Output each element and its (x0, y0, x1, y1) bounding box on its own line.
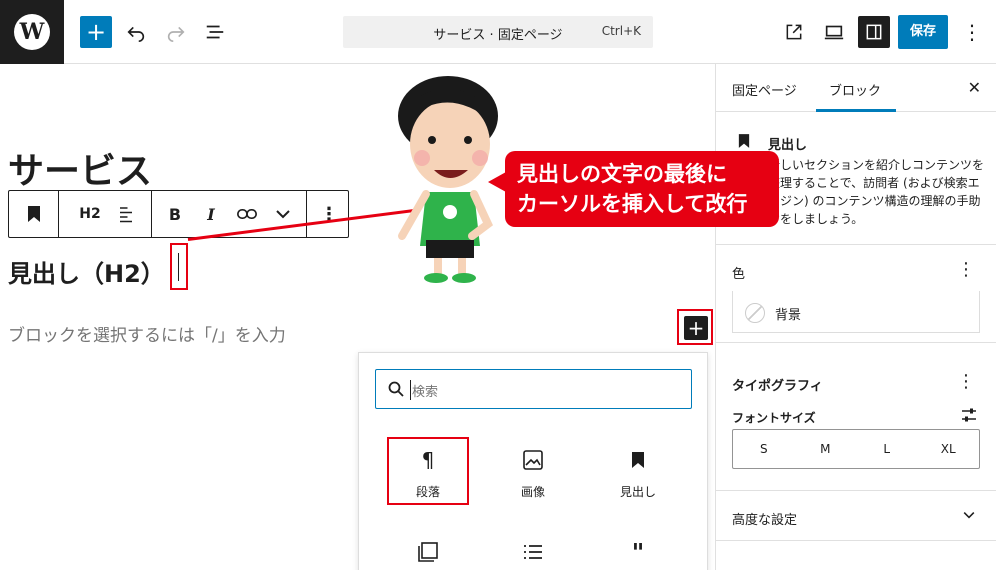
block-item-image[interactable]: 画像 (488, 445, 578, 500)
options-menu-button[interactable]: ⋮ (956, 16, 988, 48)
font-size-m[interactable]: M (795, 430, 857, 468)
block-options-button[interactable]: ⋮ (309, 191, 349, 237)
typography-panel-title: タイポグラフィ (732, 379, 823, 394)
settings-sidebar: 固定ページ ブロック ✕ 見出し 新しいセクションを紹介しコンテンツを整理するこ… (715, 64, 996, 570)
color-panel-title: 色 (732, 267, 746, 282)
font-size-l[interactable]: L (856, 430, 918, 468)
settings-sliders-icon[interactable] (961, 407, 977, 423)
sidebar-icon (866, 24, 882, 40)
settings-sidebar-toggle[interactable] (858, 16, 890, 48)
bookmark-icon (593, 445, 683, 475)
background-color-item[interactable]: 背景 (732, 291, 980, 333)
command-palette-bar[interactable]: サービス · 固定ページ Ctrl+K (343, 16, 653, 48)
quick-inserter: 検索 ¶ 段落 画像 見出し " (358, 352, 708, 570)
shortcut-hint: Ctrl+K (601, 24, 641, 38)
block-description: 新しいセクションを紹介しコンテンツを整理することで、訪問者 (および検索エンジン… (768, 158, 985, 226)
text-cursor (178, 253, 179, 281)
align-left-icon (120, 207, 132, 223)
block-item-list[interactable] (488, 537, 578, 567)
callout-line-2: カーソルを挿入して改行 (517, 192, 748, 216)
block-item-label: 見出し (619, 485, 656, 499)
save-button[interactable]: 保存 (898, 15, 948, 49)
block-name: 見出し (768, 138, 808, 153)
document-overview-button[interactable] (199, 16, 231, 48)
redo-button[interactable] (160, 16, 192, 48)
cursor-highlight (170, 243, 188, 290)
annotation-callout: 見出しの文字の最後に カーソルを挿入して改行 (505, 151, 779, 227)
block-item-label: 画像 (520, 485, 545, 499)
background-label: 背景 (775, 308, 802, 323)
quote-icon: " (631, 537, 645, 567)
block-item-heading[interactable]: 見出し (593, 445, 683, 500)
view-page-button[interactable] (778, 16, 810, 48)
redo-icon (167, 26, 185, 42)
font-size-picker: S M L XL (732, 429, 980, 469)
font-size-s[interactable]: S (733, 430, 795, 468)
image-icon (488, 445, 578, 475)
wordpress-logo[interactable]: W (0, 0, 64, 64)
callout-line-1: 見出しの文字の最後に (517, 162, 727, 186)
chevron-down-icon (276, 210, 290, 219)
bookmark-icon (738, 134, 750, 148)
typography-panel: タイポグラフィ ⋮ フォントサイズ S M L XL (716, 343, 996, 491)
bold-button[interactable]: B (155, 191, 195, 237)
desktop-icon (824, 25, 844, 40)
color-options-button[interactable]: ⋮ (957, 261, 975, 279)
external-link-icon (786, 24, 802, 40)
heading-block[interactable]: 見出し（H2） (8, 254, 165, 289)
search-placeholder: 検索 (412, 385, 439, 400)
search-icon (388, 381, 404, 397)
block-inserter-button[interactable]: + (80, 16, 112, 48)
block-search-input[interactable]: 検索 (375, 369, 692, 409)
close-sidebar-button[interactable]: ✕ (968, 78, 981, 97)
search-cursor (410, 380, 411, 400)
list-view-icon (206, 25, 224, 39)
block-toolbar: H2 B I ⋮ (8, 190, 349, 238)
block-placeholder[interactable]: ブロックを選択するには「/」を入力 (8, 321, 286, 346)
color-panel: 色 ⋮ 背景 (716, 245, 996, 343)
undo-icon (127, 26, 145, 42)
tab-page[interactable]: 固定ページ (732, 80, 797, 99)
block-item-quote[interactable]: " (593, 537, 683, 567)
empty-color-swatch-icon (745, 303, 765, 323)
list-icon (488, 537, 578, 567)
page-title[interactable]: サービス (8, 142, 152, 194)
link-icon (237, 209, 257, 219)
block-item-gallery[interactable] (383, 537, 473, 567)
typography-options-button[interactable]: ⋮ (957, 373, 975, 391)
preview-button[interactable] (818, 16, 850, 48)
inline-add-block-button[interactable]: + (684, 316, 708, 340)
paragraph-highlight (387, 437, 469, 505)
bookmark-icon (27, 206, 40, 222)
font-size-xl[interactable]: XL (918, 430, 980, 468)
sidebar-tabs: 固定ページ ブロック ✕ (716, 64, 996, 112)
block-type-button[interactable] (9, 191, 58, 237)
chevron-down-icon (963, 512, 975, 519)
callout-tail (488, 172, 506, 192)
undo-button[interactable] (120, 16, 152, 48)
gallery-icon (383, 537, 473, 567)
top-toolbar: W + サービス · 固定ページ Ctrl+K 保存 ⋮ (0, 0, 996, 64)
wordpress-logo-icon: W (14, 14, 50, 50)
advanced-panel-title: 高度な設定 (732, 513, 798, 528)
align-button[interactable] (106, 191, 146, 237)
font-size-label: フォントサイズ (732, 411, 816, 425)
italic-button[interactable]: I (191, 191, 231, 237)
advanced-panel[interactable]: 高度な設定 (716, 491, 996, 541)
tab-block[interactable]: ブロック (829, 80, 881, 99)
